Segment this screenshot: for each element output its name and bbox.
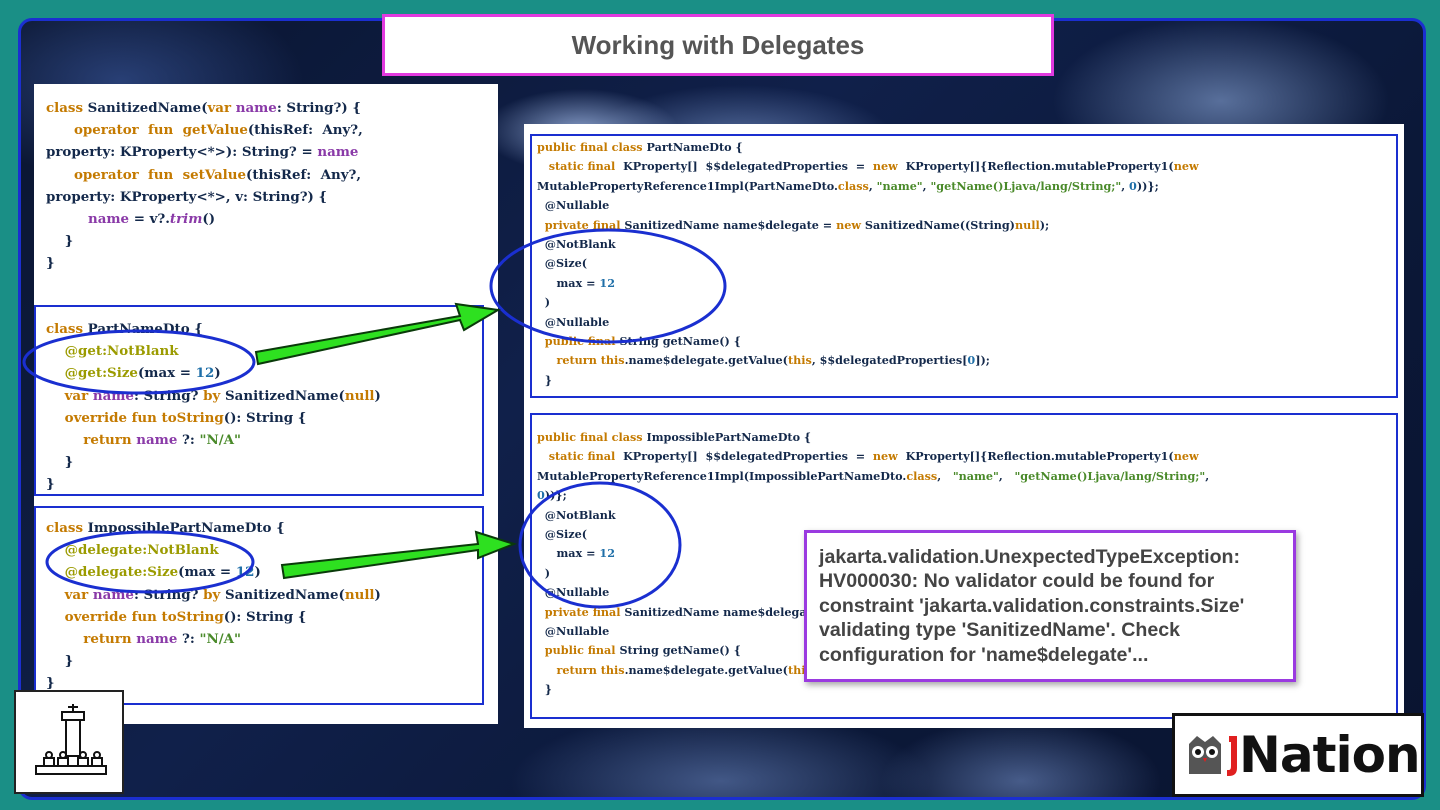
part-name-dto-frame (34, 305, 484, 496)
part-name-dto-java-frame (530, 134, 1398, 398)
exception-line: constraint 'jakarta.validation.constrain… (819, 594, 1245, 617)
slide-title: Working with Delegates (571, 29, 865, 60)
exception-line: configuration for 'name$delegate'... (819, 643, 1149, 666)
chess-pieces-icon (35, 704, 107, 775)
exception-callout: jakarta.validation.UnexpectedTypeExcepti… (804, 530, 1296, 682)
title-box: Working with Delegates (382, 14, 1054, 76)
left-logo (14, 690, 124, 794)
owl-icon (1189, 736, 1221, 774)
jnation-logo: Nation (1172, 713, 1424, 797)
impossible-part-name-dto-frame (34, 506, 484, 705)
exception-line: jakarta.validation.UnexpectedTypeExcepti… (819, 546, 1241, 568)
conference-name: Nation (1239, 726, 1421, 784)
exception-line: validating type 'SanitizedName'. Check (819, 619, 1181, 642)
sanitized-name-class-code: class SanitizedName(var name: String?) {… (46, 100, 363, 272)
j-letter-icon (1227, 736, 1237, 776)
exception-line: HV000030: No validator could be found fo… (819, 570, 1215, 593)
